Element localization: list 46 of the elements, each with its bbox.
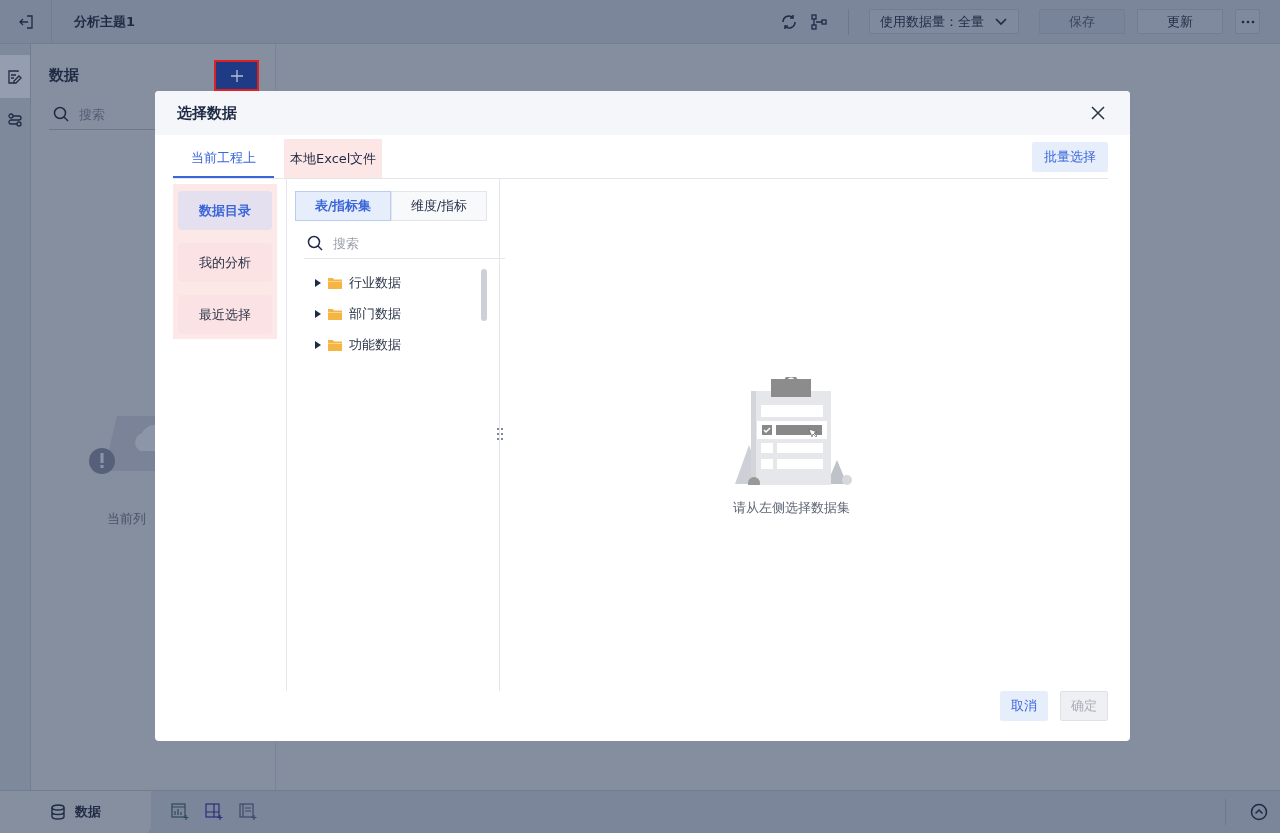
empty-text: 当前列	[107, 510, 146, 528]
more-icon	[1240, 19, 1255, 24]
tree-node[interactable]: 功能数据	[315, 329, 481, 360]
add-button[interactable]	[214, 60, 259, 91]
source-tab[interactable]: 当前工程上	[173, 139, 274, 178]
view-tab[interactable]: 表/指标集	[295, 191, 391, 221]
dialog-title: 选择数据	[177, 103, 237, 123]
search-icon	[307, 235, 323, 251]
folder-icon	[328, 307, 342, 320]
link-icon	[7, 111, 23, 128]
caret-icon[interactable]	[315, 278, 321, 287]
search-icon	[53, 106, 69, 122]
data-amount-dropdown[interactable]: 使用数据量：全量	[869, 9, 1019, 34]
update-button[interactable]: 更新	[1137, 9, 1223, 34]
category-item[interactable]: 最近选择	[178, 295, 272, 334]
edit-icon	[7, 68, 23, 85]
collapse-icon[interactable]	[1250, 803, 1268, 821]
category-item[interactable]: 我的分析	[178, 243, 272, 282]
page-title: 分析主题1	[74, 12, 136, 31]
search-field[interactable]: 搜索	[331, 234, 505, 252]
cancel-button[interactable]: 取消	[1000, 691, 1048, 721]
chevron-down-icon	[994, 16, 1008, 27]
flow-icon[interactable]	[810, 12, 828, 31]
empty-message: 请从左侧选择数据集	[732, 499, 850, 517]
add-chart-icon[interactable]	[171, 803, 189, 821]
data-tab-label: 数据	[74, 803, 101, 821]
tree-node[interactable]: 行业数据	[315, 267, 481, 298]
view-tab[interactable]: 维度/指标	[391, 191, 487, 221]
plus-icon	[230, 69, 243, 82]
database-icon	[50, 804, 65, 820]
add-table-icon[interactable]	[205, 803, 223, 821]
category-item[interactable]: 数据目录	[178, 191, 272, 230]
folder-icon	[328, 338, 342, 351]
close-icon[interactable]	[1091, 106, 1105, 120]
refresh-icon[interactable]	[780, 12, 798, 31]
panel-title: 数据	[49, 66, 79, 85]
folder-icon	[328, 276, 342, 289]
caret-icon[interactable]	[315, 340, 321, 349]
exit-icon[interactable]	[17, 13, 34, 30]
data-tab[interactable]: 数据	[0, 791, 151, 833]
drag-handle-icon[interactable]	[496, 427, 504, 441]
tree-node[interactable]: 部门数据	[315, 298, 481, 329]
caret-icon[interactable]	[315, 309, 321, 318]
source-tab[interactable]: 本地Excel文件	[284, 139, 383, 178]
add-report-icon[interactable]	[239, 803, 257, 821]
batch-select-button[interactable]: 批量选择	[1032, 141, 1108, 172]
